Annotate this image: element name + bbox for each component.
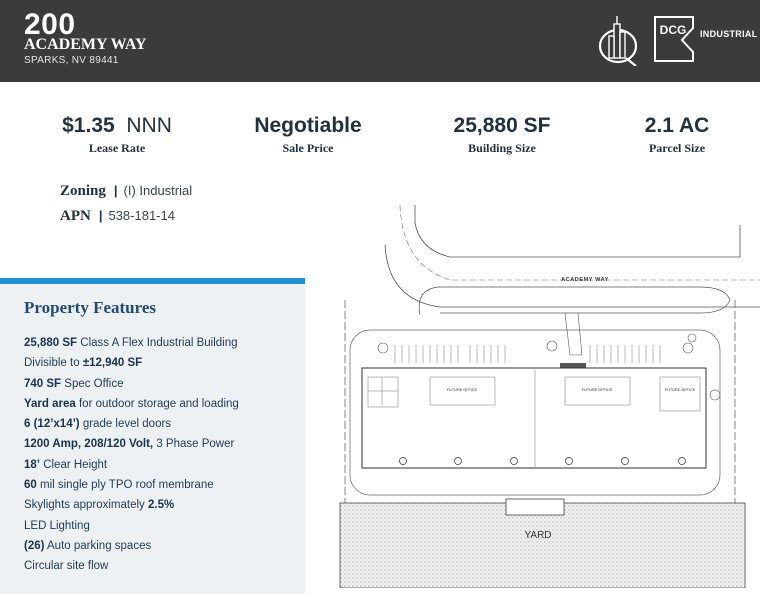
stat-value: $1.35 bbox=[62, 114, 115, 137]
stat-value: 2.1 AC bbox=[644, 114, 710, 137]
feature-item: 740 SF Spec Office bbox=[24, 377, 124, 390]
features-title: Property Features bbox=[24, 298, 157, 317]
header-banner: 200 ACADEMY WAY SPARKS, NV 89441 DCG IND… bbox=[0, 0, 760, 82]
feature-item: 60 mil single ply TPO roof membrane bbox=[24, 479, 214, 492]
dcg-logo-badge: DCG bbox=[660, 23, 687, 37]
feature-item: Circular site flow bbox=[24, 560, 109, 573]
feature-item: Skylights approximately 2.5% bbox=[24, 499, 175, 512]
zoning-value: (I) Industrial bbox=[123, 183, 193, 198]
property-features-panel: Property Features 25,880 SF Class A Flex… bbox=[0, 278, 305, 594]
stat-parcel-size: 2.1 AC Parcel Size bbox=[622, 114, 732, 156]
driveway-loop bbox=[418, 286, 731, 316]
stat-unit: NNN bbox=[126, 114, 172, 137]
apn-label: APN bbox=[60, 208, 91, 224]
stat-lease-rate: $1.35 NNN Lease Rate bbox=[52, 114, 182, 156]
dcg-logo-icon: DCG bbox=[654, 16, 694, 62]
feature-item: 6 (12’x14’) grade level doors bbox=[24, 418, 172, 431]
stat-value: Negotiable bbox=[254, 114, 362, 137]
feature-item: (26) Auto parking spaces bbox=[24, 539, 152, 552]
stat-label: Building Size bbox=[468, 141, 536, 155]
feature-item: 18’ Clear Height bbox=[24, 458, 108, 471]
stat-label: Lease Rate bbox=[88, 141, 146, 155]
office-label: FUTURE OFFICE bbox=[582, 388, 613, 392]
zoning-row: Zoning | (I) Industrial bbox=[60, 183, 193, 199]
building-footprint bbox=[361, 367, 707, 469]
stat-value: 25,880 SF bbox=[453, 114, 551, 137]
zoning-label: Zoning bbox=[60, 183, 106, 199]
site-plan: ACADEMY WAY FUTURE OFFICE FUTURE OFFICE … bbox=[339, 205, 760, 588]
stat-label: Sale Price bbox=[282, 141, 334, 155]
address-city: SPARKS, NV 89441 bbox=[24, 55, 119, 66]
office-label: FUTURE OFFICE bbox=[447, 388, 478, 392]
stat-building-size: 25,880 SF Building Size bbox=[432, 114, 572, 156]
street-label: ACADEMY WAY bbox=[561, 277, 609, 283]
stat-sale-price: Negotiable Sale Price bbox=[238, 114, 378, 156]
feature-item: 25,880 SF Class A Flex Industrial Buildi… bbox=[24, 337, 238, 349]
stat-label: Parcel Size bbox=[648, 141, 706, 155]
brand-text: INDUSTRIAL bbox=[700, 29, 758, 39]
yard-area bbox=[339, 502, 746, 588]
address-street: ACADEMY WAY bbox=[24, 36, 147, 53]
road-centerline bbox=[399, 205, 760, 281]
apn-row: APN | 538-181-14 bbox=[60, 208, 175, 224]
yard-label: YARD bbox=[524, 530, 551, 541]
feature-item: Divisible to ±12,940 SF bbox=[24, 357, 143, 370]
features-list: 25,880 SF Class A Flex Industrial Buildi… bbox=[24, 333, 239, 577]
feature-item: Yard area for outdoor storage and loadin… bbox=[24, 397, 239, 410]
road-curb-line bbox=[414, 205, 741, 258]
feature-item: LED Lighting bbox=[24, 519, 90, 532]
apn-value: 538-181-14 bbox=[108, 208, 175, 223]
office-label: FUTURE OFFICE bbox=[665, 388, 696, 392]
building-logo-icon bbox=[598, 16, 638, 66]
feature-item: 1200 Amp, 208/120 Volt, 3 Phase Power bbox=[24, 438, 235, 451]
